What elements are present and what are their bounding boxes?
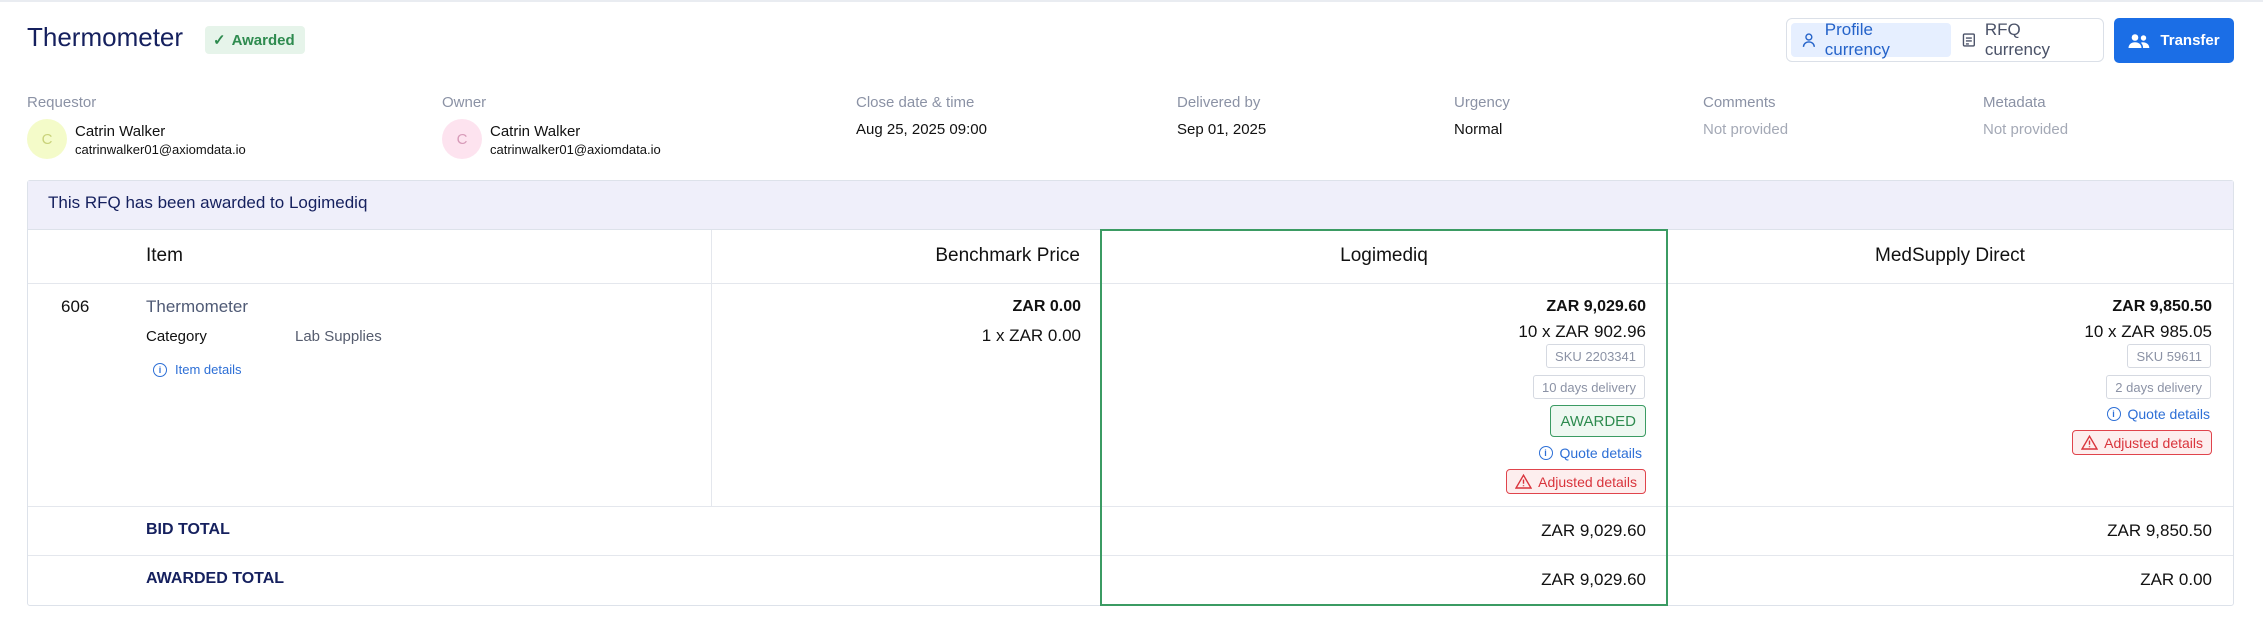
medsupply-unit: 10 x ZAR 985.05 (2084, 322, 2212, 341)
owner-label: Owner (442, 94, 487, 111)
comments-value: Not provided (1703, 121, 1789, 138)
medsupply-quote-details-link[interactable]: i Quote details (2106, 406, 2211, 422)
logimediq-unit: 10 x ZAR 902.96 (1518, 322, 1646, 341)
logimediq-bid-total: ZAR 9,029.60 (1541, 521, 1646, 540)
page-title: Thermometer (27, 22, 184, 52)
requestor-email: catrinwalker01@axiomdata.io (75, 142, 246, 157)
item-number: 606 (61, 297, 90, 316)
delivered-by-label: Delivered by (1177, 94, 1261, 111)
category-value: Lab Supplies (295, 328, 382, 345)
transfer-label: Transfer (2160, 32, 2220, 49)
quote-details-label: Quote details (1559, 445, 1643, 461)
logimediq-quote-details-link[interactable]: i Quote details (1538, 445, 1643, 461)
benchmark-total: ZAR 0.00 (1012, 298, 1081, 315)
logimediq-sku: SKU 2203341 (1546, 344, 1645, 368)
warning-icon (2081, 435, 2099, 450)
top-divider (0, 0, 2263, 2)
metadata-label: Metadata (1983, 94, 2046, 111)
delivered-by-value: Sep 01, 2025 (1177, 121, 1267, 138)
document-icon (1962, 33, 1976, 47)
urgency-label: Urgency (1454, 94, 1510, 111)
awarded-total-label: AWARDED TOTAL (146, 570, 285, 587)
item-name: Thermometer (146, 297, 249, 316)
benchmark-header: Benchmark Price (935, 245, 1080, 266)
benchmark-unit: 1 x ZAR 0.00 (981, 326, 1081, 345)
bid-total-label: BID TOTAL (146, 521, 230, 538)
adjusted-details-label: Adjusted details (1538, 473, 1637, 490)
award-banner-text: This RFQ has been awarded to Logimediq (48, 193, 368, 212)
status-badge-label: Awarded (231, 31, 295, 49)
requestor-label: Requestor (27, 94, 97, 111)
item-header: Item (146, 245, 183, 266)
status-badge: ✓ Awarded (205, 26, 305, 54)
rfq-currency-button[interactable]: RFQ currency (1951, 20, 2099, 59)
requestor-avatar: C (27, 119, 67, 159)
comments-label: Comments (1703, 94, 1776, 111)
rfq-currency-label: RFQ currency (1984, 20, 2050, 59)
quote-details-label: Quote details (2127, 406, 2211, 422)
transfer-button[interactable]: Transfer (2114, 18, 2234, 63)
supplier-header-medsupply: MedSupply Direct (1875, 245, 2025, 266)
info-icon: i (2106, 407, 2121, 421)
user-icon (1802, 33, 1815, 47)
item-details-link[interactable]: i Item details (153, 362, 241, 377)
check-icon: ✓ (213, 32, 226, 49)
awarded-tag: AWARDED (1550, 405, 1646, 437)
medsupply-sku: SKU 59611 (2127, 344, 2211, 368)
adjusted-details-label: Adjusted details (2104, 434, 2203, 451)
close-date-value: Aug 25, 2025 09:00 (856, 121, 987, 138)
medsupply-total: ZAR 9,850.50 (2112, 298, 2212, 315)
warning-icon (1515, 474, 1533, 489)
logimediq-awarded-total: ZAR 9,029.60 (1541, 570, 1646, 589)
item-details-label: Item details (175, 362, 242, 377)
medsupply-bid-total: ZAR 9,850.50 (2107, 521, 2212, 540)
requestor-name: Catrin Walker (75, 123, 166, 140)
profile-currency-label: Profile currency (1824, 20, 1890, 59)
info-icon: i (153, 362, 167, 377)
medsupply-adjusted-details-button[interactable]: Adjusted details (2072, 430, 2212, 455)
logimediq-total: ZAR 9,029.60 (1546, 298, 1646, 315)
column-divider (711, 230, 712, 506)
medsupply-awarded-total: ZAR 0.00 (2140, 570, 2212, 589)
owner-avatar: C (442, 119, 482, 159)
owner-name: Catrin Walker (490, 123, 581, 140)
supplier-header-logimediq: Logimediq (1340, 245, 1428, 266)
urgency-value: Normal (1454, 121, 1503, 138)
currency-toggle: Profile currency RFQ currency (1786, 18, 2104, 62)
logimediq-delivery: 10 days delivery (1533, 375, 1645, 399)
users-icon (2128, 33, 2150, 48)
logimediq-adjusted-details-button[interactable]: Adjusted details (1506, 469, 1646, 494)
owner-email: catrinwalker01@axiomdata.io (490, 142, 661, 157)
close-date-label: Close date & time (856, 94, 975, 111)
medsupply-delivery: 2 days delivery (2106, 375, 2211, 399)
info-icon: i (1538, 446, 1553, 460)
metadata-value: Not provided (1983, 121, 2069, 138)
profile-currency-button[interactable]: Profile currency (1791, 20, 1952, 59)
category-label: Category (146, 328, 207, 345)
